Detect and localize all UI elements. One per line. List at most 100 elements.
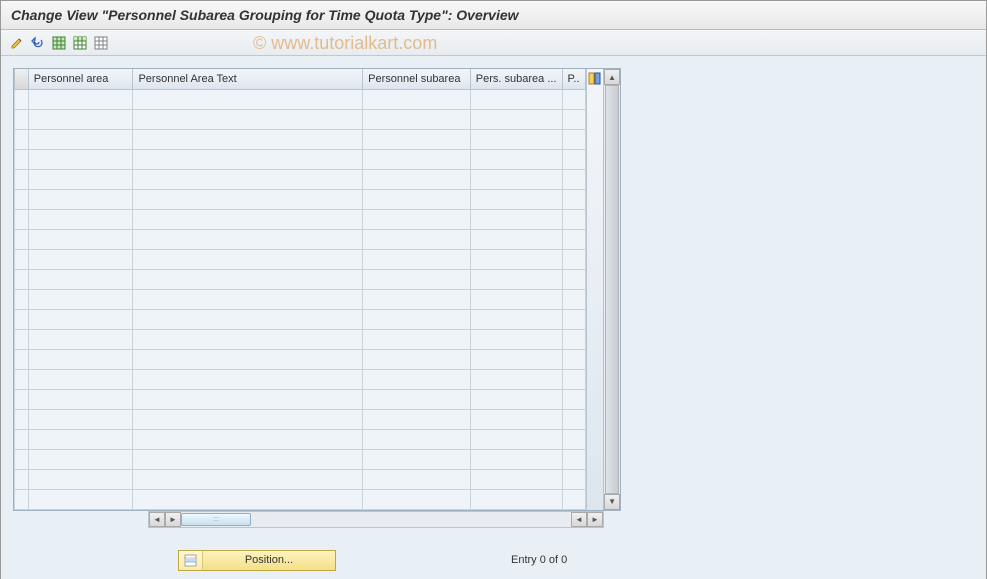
cell-pers-subarea[interactable]: [470, 269, 562, 289]
cell-personnel-area-text[interactable]: [133, 229, 363, 249]
cell-p[interactable]: [562, 249, 585, 269]
cell-pers-subarea[interactable]: [470, 309, 562, 329]
vertical-scrollbar[interactable]: ▲ ▼: [603, 69, 620, 510]
cell-p[interactable]: [562, 169, 585, 189]
cell-personnel-subarea[interactable]: [363, 409, 471, 429]
row-selector[interactable]: [15, 169, 29, 189]
cell-personnel-area-text[interactable]: [133, 349, 363, 369]
cell-personnel-area[interactable]: [28, 429, 133, 449]
scroll-thumb-vertical[interactable]: [605, 85, 619, 494]
cell-personnel-area-text[interactable]: [133, 269, 363, 289]
cell-personnel-area-text[interactable]: [133, 389, 363, 409]
cell-p[interactable]: [562, 269, 585, 289]
cell-personnel-area[interactable]: [28, 109, 133, 129]
cell-personnel-area[interactable]: [28, 249, 133, 269]
cell-p[interactable]: [562, 409, 585, 429]
cell-personnel-subarea[interactable]: [363, 429, 471, 449]
cell-personnel-area[interactable]: [28, 89, 133, 109]
cell-pers-subarea[interactable]: [470, 489, 562, 509]
row-selector[interactable]: [15, 289, 29, 309]
cell-pers-subarea[interactable]: [470, 249, 562, 269]
cell-personnel-subarea[interactable]: [363, 349, 471, 369]
cell-p[interactable]: [562, 149, 585, 169]
cell-personnel-area-text[interactable]: [133, 129, 363, 149]
cell-personnel-area-text[interactable]: [133, 249, 363, 269]
cell-p[interactable]: [562, 349, 585, 369]
cell-personnel-area[interactable]: [28, 329, 133, 349]
cell-personnel-area-text[interactable]: [133, 369, 363, 389]
cell-personnel-area-text[interactable]: [133, 489, 363, 509]
position-button[interactable]: Position...: [178, 550, 336, 571]
cell-pers-subarea[interactable]: [470, 469, 562, 489]
cell-personnel-area[interactable]: [28, 309, 133, 329]
cell-personnel-subarea[interactable]: [363, 469, 471, 489]
table-settings-button[interactable]: [588, 71, 602, 85]
cell-personnel-subarea[interactable]: [363, 329, 471, 349]
cell-personnel-subarea[interactable]: [363, 89, 471, 109]
row-selector[interactable]: [15, 309, 29, 329]
cell-personnel-area-text[interactable]: [133, 89, 363, 109]
edit-button[interactable]: [7, 33, 27, 53]
cell-personnel-subarea[interactable]: [363, 309, 471, 329]
row-selector[interactable]: [15, 89, 29, 109]
scroll-left-button[interactable]: ◄: [149, 512, 165, 527]
row-selector[interactable]: [15, 349, 29, 369]
row-selector[interactable]: [15, 209, 29, 229]
cell-personnel-area[interactable]: [28, 349, 133, 369]
row-selector[interactable]: [15, 269, 29, 289]
row-selector-header[interactable]: [15, 69, 29, 89]
cell-p[interactable]: [562, 189, 585, 209]
cell-pers-subarea[interactable]: [470, 209, 562, 229]
row-selector[interactable]: [15, 469, 29, 489]
deselect-all-button[interactable]: [91, 33, 111, 53]
cell-pers-subarea[interactable]: [470, 129, 562, 149]
row-selector[interactable]: [15, 109, 29, 129]
cell-personnel-subarea[interactable]: [363, 289, 471, 309]
scroll-thumb-horizontal[interactable]: :::: [181, 513, 251, 526]
cell-pers-subarea[interactable]: [470, 349, 562, 369]
scroll-left-end-button[interactable]: ◄: [571, 512, 587, 527]
row-selector[interactable]: [15, 489, 29, 509]
cell-pers-subarea[interactable]: [470, 429, 562, 449]
cell-personnel-area[interactable]: [28, 449, 133, 469]
cell-personnel-area[interactable]: [28, 489, 133, 509]
cell-p[interactable]: [562, 89, 585, 109]
cell-personnel-area-text[interactable]: [133, 429, 363, 449]
cell-pers-subarea[interactable]: [470, 189, 562, 209]
cell-personnel-subarea[interactable]: [363, 449, 471, 469]
cell-personnel-area-text[interactable]: [133, 149, 363, 169]
cell-personnel-area[interactable]: [28, 189, 133, 209]
cell-personnel-area-text[interactable]: [133, 169, 363, 189]
cell-pers-subarea[interactable]: [470, 449, 562, 469]
row-selector[interactable]: [15, 329, 29, 349]
cell-personnel-area[interactable]: [28, 369, 133, 389]
cell-p[interactable]: [562, 229, 585, 249]
cell-personnel-subarea[interactable]: [363, 149, 471, 169]
cell-personnel-subarea[interactable]: [363, 249, 471, 269]
cell-personnel-area[interactable]: [28, 469, 133, 489]
scroll-down-button[interactable]: ▼: [604, 494, 620, 510]
cell-personnel-subarea[interactable]: [363, 169, 471, 189]
cell-p[interactable]: [562, 329, 585, 349]
row-selector[interactable]: [15, 449, 29, 469]
cell-p[interactable]: [562, 309, 585, 329]
cell-p[interactable]: [562, 129, 585, 149]
horizontal-scrollbar[interactable]: ◄ ► ::: ◄ ►: [148, 511, 604, 528]
cell-p[interactable]: [562, 109, 585, 129]
cell-pers-subarea[interactable]: [470, 389, 562, 409]
cell-personnel-area-text[interactable]: [133, 329, 363, 349]
cell-pers-subarea[interactable]: [470, 409, 562, 429]
cell-personnel-area[interactable]: [28, 389, 133, 409]
col-header-personnel-subarea[interactable]: Personnel subarea: [363, 69, 471, 89]
cell-p[interactable]: [562, 209, 585, 229]
cell-personnel-area[interactable]: [28, 229, 133, 249]
row-selector[interactable]: [15, 429, 29, 449]
scroll-track-vertical[interactable]: [604, 85, 620, 494]
col-header-personnel-area-text[interactable]: Personnel Area Text: [133, 69, 363, 89]
cell-personnel-area-text[interactable]: [133, 209, 363, 229]
cell-personnel-subarea[interactable]: [363, 209, 471, 229]
cell-personnel-area[interactable]: [28, 409, 133, 429]
cell-personnel-area-text[interactable]: [133, 109, 363, 129]
scroll-up-button[interactable]: ▲: [604, 69, 620, 85]
cell-personnel-subarea[interactable]: [363, 269, 471, 289]
